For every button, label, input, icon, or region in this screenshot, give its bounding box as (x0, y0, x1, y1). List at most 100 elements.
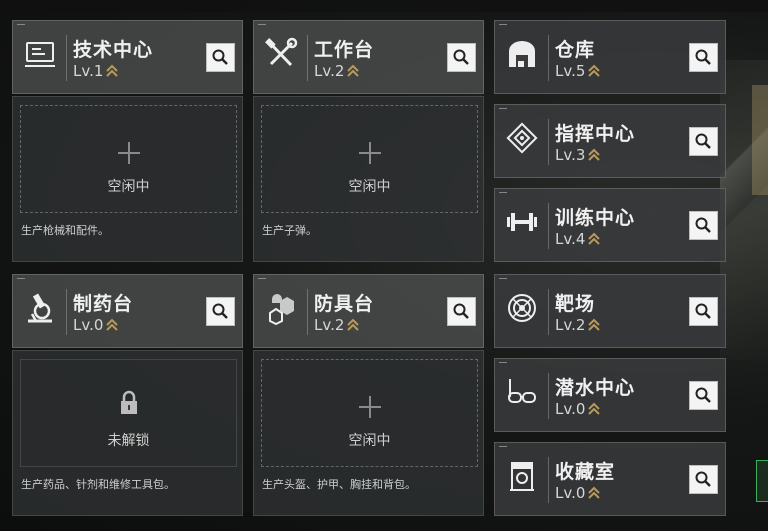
search-button[interactable] (689, 127, 718, 156)
corner-tick (499, 24, 507, 25)
search-icon (695, 49, 711, 65)
facility-card-collection-room[interactable]: 收藏室 Lv.0 (494, 442, 726, 516)
rank-chevron-icon (588, 402, 601, 415)
divider (548, 289, 549, 335)
slot-status: 空闲中 (348, 433, 391, 449)
search-button[interactable] (689, 465, 718, 494)
search-button[interactable] (689, 43, 718, 72)
facility-name: 防具台 (314, 293, 375, 315)
production-panel-pharmacy: 未解锁 生产药品、针剂和维修工具包。 (12, 350, 243, 516)
facility-card-diving-center[interactable]: 潜水中心 Lv.0 (494, 358, 726, 432)
search-button[interactable] (689, 297, 718, 326)
add-icon (358, 142, 381, 164)
facility-level: Lv.5 (555, 62, 601, 80)
facility-level: Lv.3 (555, 146, 601, 164)
search-button[interactable] (206, 43, 235, 72)
tools-icon (264, 37, 298, 71)
facility-card-tech-center[interactable]: 技术中心 Lv.1 (12, 20, 243, 94)
corner-tick (499, 446, 507, 447)
rank-chevron-icon (588, 148, 601, 161)
facility-level: Lv.4 (555, 230, 601, 248)
facility-name: 潜水中心 (555, 377, 636, 399)
facility-card-shooting-range[interactable]: 靶场 Lv.2 (494, 274, 726, 348)
divider (307, 289, 308, 335)
search-icon (212, 49, 228, 65)
corner-tick (499, 278, 507, 279)
search-icon (212, 303, 228, 319)
slot-status: 空闲中 (107, 179, 150, 195)
divider (548, 119, 549, 165)
divider (66, 289, 67, 335)
production-panel-armor-bench: 空闲中 生产头盔、护甲、胸挂和背包。 (253, 350, 484, 516)
facility-level: Lv.0 (73, 316, 119, 334)
facility-level: Lv.0 (555, 484, 601, 502)
production-panel-workbench: 空闲中 生产子弹。 (253, 96, 484, 262)
search-button[interactable] (447, 297, 476, 326)
corner-tick (258, 24, 266, 25)
corner-tick (499, 362, 507, 363)
divider (307, 35, 308, 81)
corner-tick (499, 192, 507, 193)
search-icon (453, 303, 469, 319)
production-slot[interactable]: 空闲中 (20, 105, 237, 213)
facility-name: 收藏室 (555, 461, 616, 483)
divider (548, 457, 549, 503)
facility-level: Lv.2 (314, 316, 360, 334)
facility-level: Lv.2 (314, 62, 360, 80)
facility-card-armor-bench[interactable]: 防具台 Lv.2 (253, 274, 484, 348)
warehouse-icon (505, 37, 539, 71)
search-button[interactable] (206, 297, 235, 326)
slot-status: 未解锁 (107, 433, 150, 449)
search-icon (453, 49, 469, 65)
corner-tick (17, 24, 25, 25)
production-panel-tech-center: 空闲中 生产枪械和配件。 (12, 96, 243, 262)
divider (548, 35, 549, 81)
facility-description: 生产枪械和配件。 (21, 224, 109, 237)
facility-level: Lv.0 (555, 400, 601, 418)
search-button[interactable] (689, 381, 718, 410)
edge-indicator (756, 460, 768, 502)
command-icon (505, 121, 539, 155)
facility-card-warehouse[interactable]: 仓库 Lv.5 (494, 20, 726, 94)
facility-card-pharmacy[interactable]: 制药台 Lv.0 (12, 274, 243, 348)
facility-description: 生产子弹。 (262, 224, 317, 237)
facility-card-training-center[interactable]: 训练中心 Lv.4 (494, 188, 726, 262)
facility-name: 仓库 (555, 39, 596, 61)
search-icon (695, 471, 711, 487)
facility-level: Lv.1 (73, 62, 119, 80)
armor-icon (264, 291, 298, 326)
corner-tick (258, 278, 266, 279)
corner-tick (17, 278, 25, 279)
production-slot[interactable]: 空闲中 (261, 105, 478, 213)
corner-tick (499, 108, 507, 109)
facility-name: 指挥中心 (555, 123, 636, 145)
target-icon (505, 291, 539, 325)
search-icon (695, 217, 711, 233)
top-bar (0, 0, 768, 12)
add-icon (117, 142, 140, 164)
facility-name: 训练中心 (555, 207, 636, 229)
collection-icon (505, 459, 539, 493)
facility-card-workbench[interactable]: 工作台 Lv.2 (253, 20, 484, 94)
lock-icon (120, 390, 137, 414)
facility-name: 靶场 (555, 293, 596, 315)
dumbbell-icon (505, 205, 539, 239)
rank-chevron-icon (106, 318, 119, 331)
search-icon (695, 133, 711, 149)
search-button[interactable] (447, 43, 476, 72)
facility-card-command-center[interactable]: 指挥中心 Lv.3 (494, 104, 726, 178)
facility-level: Lv.2 (555, 316, 601, 334)
rank-chevron-icon (347, 318, 360, 331)
search-button[interactable] (689, 211, 718, 240)
microscope-icon (23, 291, 57, 325)
rank-chevron-icon (588, 232, 601, 245)
rank-chevron-icon (588, 486, 601, 499)
facility-name: 制药台 (73, 293, 134, 315)
production-slot[interactable]: 空闲中 (261, 359, 478, 467)
rank-chevron-icon (106, 64, 119, 77)
computer-icon (23, 37, 57, 71)
facility-description: 生产头盔、护甲、胸挂和背包。 (262, 478, 416, 491)
divider (548, 203, 549, 249)
search-icon (695, 387, 711, 403)
diving-mask-icon (505, 375, 539, 409)
